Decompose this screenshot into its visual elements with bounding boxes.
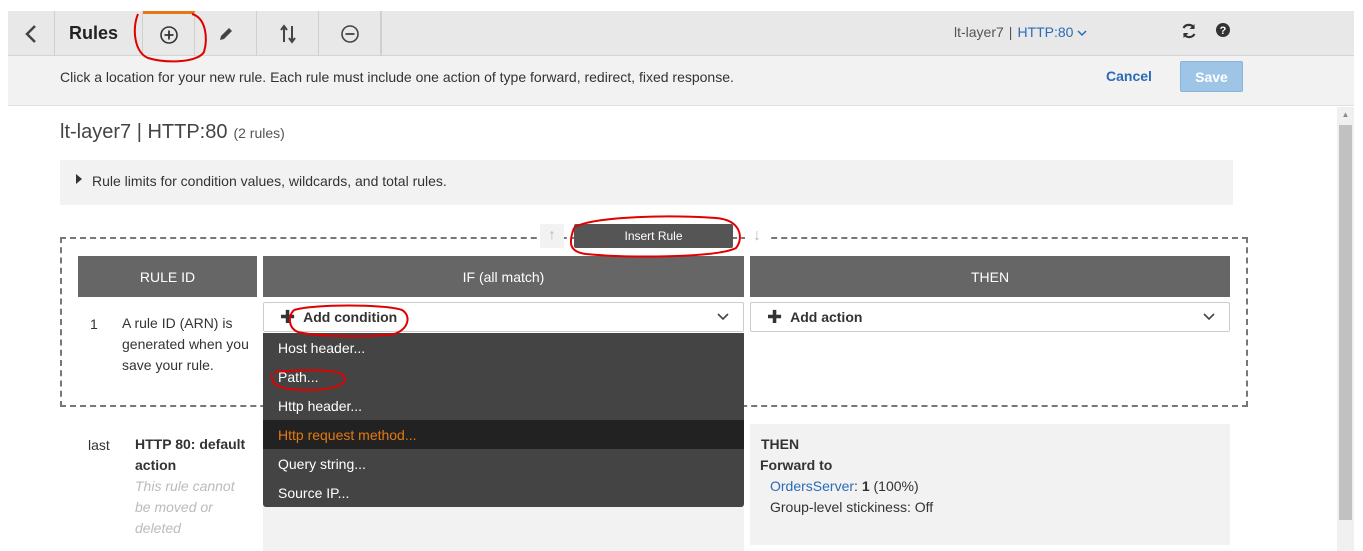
insert-mode-bar: Click a location for your new rule. Each…: [8, 56, 1354, 106]
sort-arrows-icon: [279, 23, 296, 44]
rules-toolbar: Rules lt-layer7 | HTTP:80 ?: [8, 11, 1354, 56]
target-weight: 1: [861, 478, 870, 494]
then-label: THEN: [761, 436, 800, 452]
rule-limits-expander[interactable]: Rule limits for condition values, wildca…: [60, 160, 1233, 205]
default-rule-note: This rule cannot be moved or deleted: [135, 478, 235, 536]
plus-circle-icon: [159, 26, 178, 44]
move-up-arrow-icon[interactable]: ↑: [540, 224, 564, 248]
insert-instructions: Click a location for your new rule. Each…: [60, 69, 734, 85]
add-action-label: Add action: [790, 309, 863, 325]
condition-menu-item[interactable]: Query string...: [263, 449, 744, 478]
rule-count: (2 rules): [233, 125, 285, 141]
plus-icon: ✚: [767, 307, 783, 327]
listener-separator: |: [1008, 24, 1013, 40]
column-header-then: THEN: [750, 256, 1230, 297]
page-title: lt-layer7 | HTTP:80 (2 rules): [60, 121, 285, 144]
target-group-link[interactable]: OrdersServer: [770, 478, 854, 494]
condition-menu-item[interactable]: Http request method...: [263, 420, 744, 449]
chevron-down-icon: [1077, 30, 1087, 37]
condition-menu-item[interactable]: Source IP...: [263, 478, 744, 507]
chevron-left-icon: [25, 24, 36, 43]
add-action-dropdown[interactable]: ✚ Add action: [750, 302, 1230, 332]
chevron-down-icon: [717, 313, 729, 321]
chevron-down-icon: [1203, 313, 1215, 321]
condition-menu-item[interactable]: Path...: [263, 362, 744, 391]
minus-circle-icon: [340, 24, 359, 43]
add-rule-button[interactable]: [143, 11, 195, 56]
listener-selector[interactable]: lt-layer7 | HTTP:80: [954, 24, 1087, 40]
listener-port-link[interactable]: HTTP:80: [1017, 24, 1073, 40]
cancel-button[interactable]: Cancel: [1106, 68, 1152, 84]
page-top-strip: [0, 0, 1363, 11]
help-button[interactable]: ?: [1215, 22, 1235, 42]
back-button[interactable]: [8, 11, 55, 56]
delete-rules-button[interactable]: [319, 11, 381, 56]
insert-rule-button[interactable]: Insert Rule: [574, 224, 733, 248]
toolbar-divider: [381, 11, 382, 56]
add-condition-dropdown[interactable]: ✚ Add condition: [263, 302, 744, 332]
scroll-up-arrow-icon[interactable]: ▲: [1337, 108, 1354, 122]
stickiness-status: Group-level stickiness: Off: [770, 499, 934, 515]
refresh-button[interactable]: [1180, 22, 1200, 42]
forward-to-label: Forward to: [760, 457, 833, 473]
new-rule-description: A rule ID (ARN) is generated when you sa…: [122, 315, 249, 373]
help-icon: ?: [1216, 23, 1230, 37]
default-rule-title: HTTP 80: default action: [135, 436, 246, 473]
reorder-rules-button[interactable]: [257, 11, 319, 56]
condition-menu: Host header... Path... Http header... Http …: [263, 333, 744, 507]
edit-rules-button[interactable]: [195, 11, 257, 56]
refresh-icon: [1182, 23, 1196, 39]
save-button[interactable]: Save: [1180, 61, 1243, 92]
pencil-icon: [219, 27, 232, 40]
target-group-line: OrdersServer: 1 (100%): [770, 478, 919, 494]
condition-menu-item[interactable]: Host header...: [263, 333, 744, 362]
caret-right-icon: [76, 174, 82, 184]
condition-menu-item[interactable]: Http header...: [263, 391, 744, 420]
new-rule-number: 1: [90, 316, 98, 332]
plus-icon: ✚: [280, 307, 296, 327]
default-rule-number: last: [88, 437, 110, 453]
column-header-if: IF (all match): [263, 256, 744, 297]
move-down-arrow-icon[interactable]: ↓: [745, 224, 769, 248]
scrollbar-thumb[interactable]: [1339, 125, 1352, 520]
toolbar-title: Rules: [55, 11, 143, 56]
column-header-rule-id: RULE ID: [78, 256, 257, 297]
add-condition-label: Add condition: [303, 309, 398, 325]
listener-name: lt-layer7: [954, 24, 1004, 40]
rule-limits-label: Rule limits for condition values, wildca…: [92, 173, 447, 189]
svg-text:?: ?: [1220, 25, 1227, 37]
listener-heading: lt-layer7 | HTTP:80: [60, 121, 228, 143]
target-weight-percent: (100%): [873, 478, 919, 494]
